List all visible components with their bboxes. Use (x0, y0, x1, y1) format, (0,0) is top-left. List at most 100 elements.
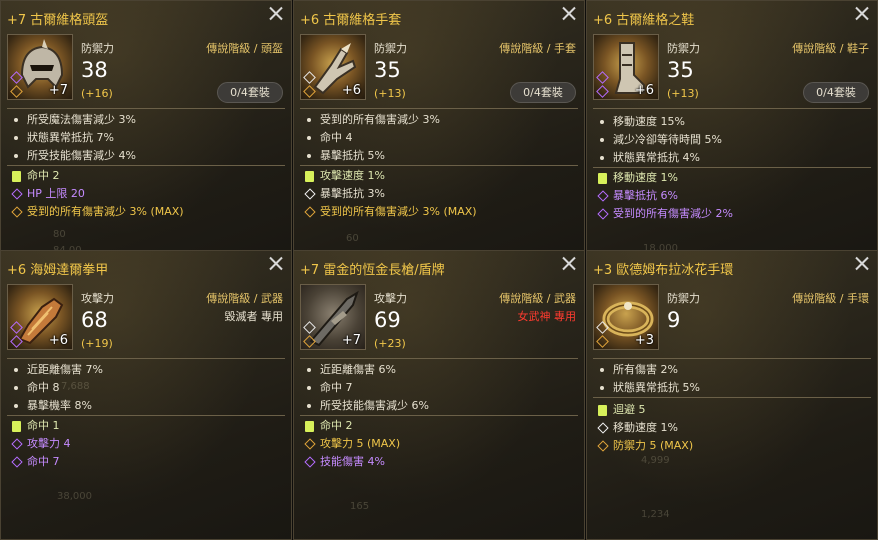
background-text: 1,234 (641, 509, 670, 520)
stat-value: 38 (81, 58, 108, 82)
item-helmet-icon[interactable]: +7 (7, 34, 73, 100)
stat-label: 防禦力 (81, 42, 114, 55)
extra-option: 攻擊力 5 (MAX) (304, 435, 578, 453)
base-option: 暴擊機率 8% (11, 397, 285, 415)
divider (7, 415, 285, 416)
set-button[interactable]: 0/4套裝 (217, 82, 283, 103)
base-options: 受到的所有傷害減少 3% 命中 4 暴擊抵抗 5% (304, 111, 578, 165)
enhance-level: +6 (341, 83, 361, 98)
base-options: 移動速度 15% 減少冷卻等待時間 5% 狀態異常抵抗 4% (597, 113, 871, 167)
extra-options: 命中 2 攻擊力 5 (MAX) 技能傷害 4% (304, 417, 578, 471)
item-tooltip-shoes: +6 古爾維格之鞋 +6 防禦力 35 (+13) 傳說階級 / 鞋子 0/4套… (586, 0, 878, 268)
extra-option: 受到的所有傷害減少 3% (MAX) (11, 203, 285, 221)
close-icon[interactable] (560, 254, 578, 272)
extra-options: 移動速度 1% 暴擊抵抗 6% 受到的所有傷害減少 2% (597, 169, 871, 223)
base-option: 近距離傷害 7% (11, 361, 285, 379)
extra-option: 防禦力 5 (MAX) (597, 437, 871, 455)
stat-value: 35 (374, 58, 401, 82)
extra-options: 命中 2 HP 上限 20 受到的所有傷害減少 3% (MAX) (11, 167, 285, 221)
extra-option: 暴擊抵抗 6% (597, 187, 871, 205)
extra-options: 攻擊速度 1% 暴擊抵抗 3% 受到的所有傷害減少 3% (MAX) (304, 167, 578, 221)
item-title: +7 雷金的恆金長槍/盾牌 (300, 263, 445, 278)
item-tooltips-grid: +7 古爾維格頭盔 +7 防禦力 38 (+16) 傳說階級 / 頭盔 0/4套… (0, 0, 878, 540)
stat-bonus: (+23) (374, 337, 406, 350)
enhance-level: +3 (634, 333, 654, 348)
item-grade: 傳說階級 / 武器 (206, 292, 283, 305)
divider (300, 108, 578, 109)
enhance-level: +7 (341, 333, 361, 348)
extra-option: 迴避 5 (597, 401, 871, 419)
stat-label: 防禦力 (667, 292, 700, 305)
base-option: 移動速度 15% (597, 113, 871, 131)
divider (593, 397, 871, 398)
close-icon[interactable] (267, 254, 285, 272)
item-tooltip-bracelet: +3 歐德姆布拉冰花手環 +3 防禦力 9 傳說階級 / 手環 所有傷害 2% … (586, 250, 878, 540)
base-option: 所受魔法傷害減少 3% (11, 111, 285, 129)
base-option: 狀態異常抵抗 4% (597, 149, 871, 167)
base-option: 命中 8 (11, 379, 285, 397)
extra-option: 受到的所有傷害減少 2% (597, 205, 871, 223)
item-title: +7 古爾維格頭盔 (7, 13, 109, 28)
base-options: 近距離傷害 7% 命中 8 暴擊機率 8% (11, 361, 285, 415)
close-icon[interactable] (853, 254, 871, 272)
item-grade: 傳說階級 / 手套 (499, 42, 576, 55)
close-icon[interactable] (267, 4, 285, 22)
base-option: 命中 4 (304, 129, 578, 147)
divider (300, 358, 578, 359)
stat-bonus: (+13) (667, 87, 699, 100)
divider (593, 108, 871, 109)
extra-options: 命中 1 攻擊力 4 命中 7 (11, 417, 285, 471)
stat-label: 防禦力 (667, 42, 700, 55)
stat-label: 攻擊力 (374, 292, 407, 305)
base-option: 所受技能傷害減少 4% (11, 147, 285, 165)
item-title: +6 海姆達爾拳甲 (7, 263, 109, 278)
base-option: 所受技能傷害減少 6% (304, 397, 578, 415)
close-icon[interactable] (560, 4, 578, 22)
close-icon[interactable] (853, 4, 871, 22)
divider (7, 358, 285, 359)
enhance-level: +6 (634, 83, 654, 98)
base-option: 所有傷害 2% (597, 361, 871, 379)
extra-option: HP 上限 20 (11, 185, 285, 203)
extra-option: 移動速度 1% (597, 419, 871, 437)
class-exclusive: 女武神 專用 (517, 310, 577, 323)
stat-label: 防禦力 (374, 42, 407, 55)
item-fist-icon[interactable]: +6 (7, 284, 73, 350)
extra-option: 命中 2 (304, 417, 578, 435)
background-text: 7,688 (61, 381, 90, 392)
extra-option: 攻擊力 4 (11, 435, 285, 453)
item-grade: 傳說階級 / 頭盔 (206, 42, 283, 55)
item-title: +3 歐德姆布拉冰花手環 (593, 263, 734, 278)
set-button[interactable]: 0/4套裝 (510, 82, 576, 103)
extra-option: 命中 7 (11, 453, 285, 471)
stat-bonus: (+13) (374, 87, 406, 100)
extra-option: 攻擊速度 1% (304, 167, 578, 185)
divider (7, 108, 285, 109)
base-option: 暴擊抵抗 5% (304, 147, 578, 165)
item-lance-icon[interactable]: +7 (300, 284, 366, 350)
item-tooltip-lance-shield: +7 雷金的恆金長槍/盾牌 +7 攻擊力 69 (+23) 傳說階級 / 武器 … (293, 250, 585, 540)
item-grade: 傳說階級 / 武器 (499, 292, 576, 305)
item-tooltip-gloves: +6 古爾維格手套 +6 防禦力 35 (+13) 傳說階級 / 手套 0/4套… (293, 0, 585, 268)
divider (300, 415, 578, 416)
base-option: 狀態異常抵抗 7% (11, 129, 285, 147)
set-button[interactable]: 0/4套裝 (803, 82, 869, 103)
extra-option: 暴擊抵抗 3% (304, 185, 578, 203)
base-options: 近距離傷害 6% 命中 7 所受技能傷害減少 6% (304, 361, 578, 415)
base-option: 狀態異常抵抗 5% (597, 379, 871, 397)
base-option: 受到的所有傷害減少 3% (304, 111, 578, 129)
divider (300, 165, 578, 166)
stat-value: 9 (667, 308, 681, 332)
extra-option: 技能傷害 4% (304, 453, 578, 471)
base-option: 命中 7 (304, 379, 578, 397)
item-shoes-icon[interactable]: +6 (593, 34, 659, 100)
item-bracelet-icon[interactable]: +3 (593, 284, 659, 350)
item-tooltip-fist-weapon: +6 海姆達爾拳甲 +6 攻擊力 68 (+19) 傳說階級 / 武器 毀滅者 … (0, 250, 292, 540)
stat-label: 攻擊力 (81, 292, 114, 305)
background-text: 80 (53, 229, 66, 240)
item-grade: 傳說階級 / 鞋子 (792, 42, 869, 55)
base-option: 近距離傷害 6% (304, 361, 578, 379)
item-gloves-icon[interactable]: +6 (300, 34, 366, 100)
divider (7, 165, 285, 166)
stat-value: 68 (81, 308, 108, 332)
